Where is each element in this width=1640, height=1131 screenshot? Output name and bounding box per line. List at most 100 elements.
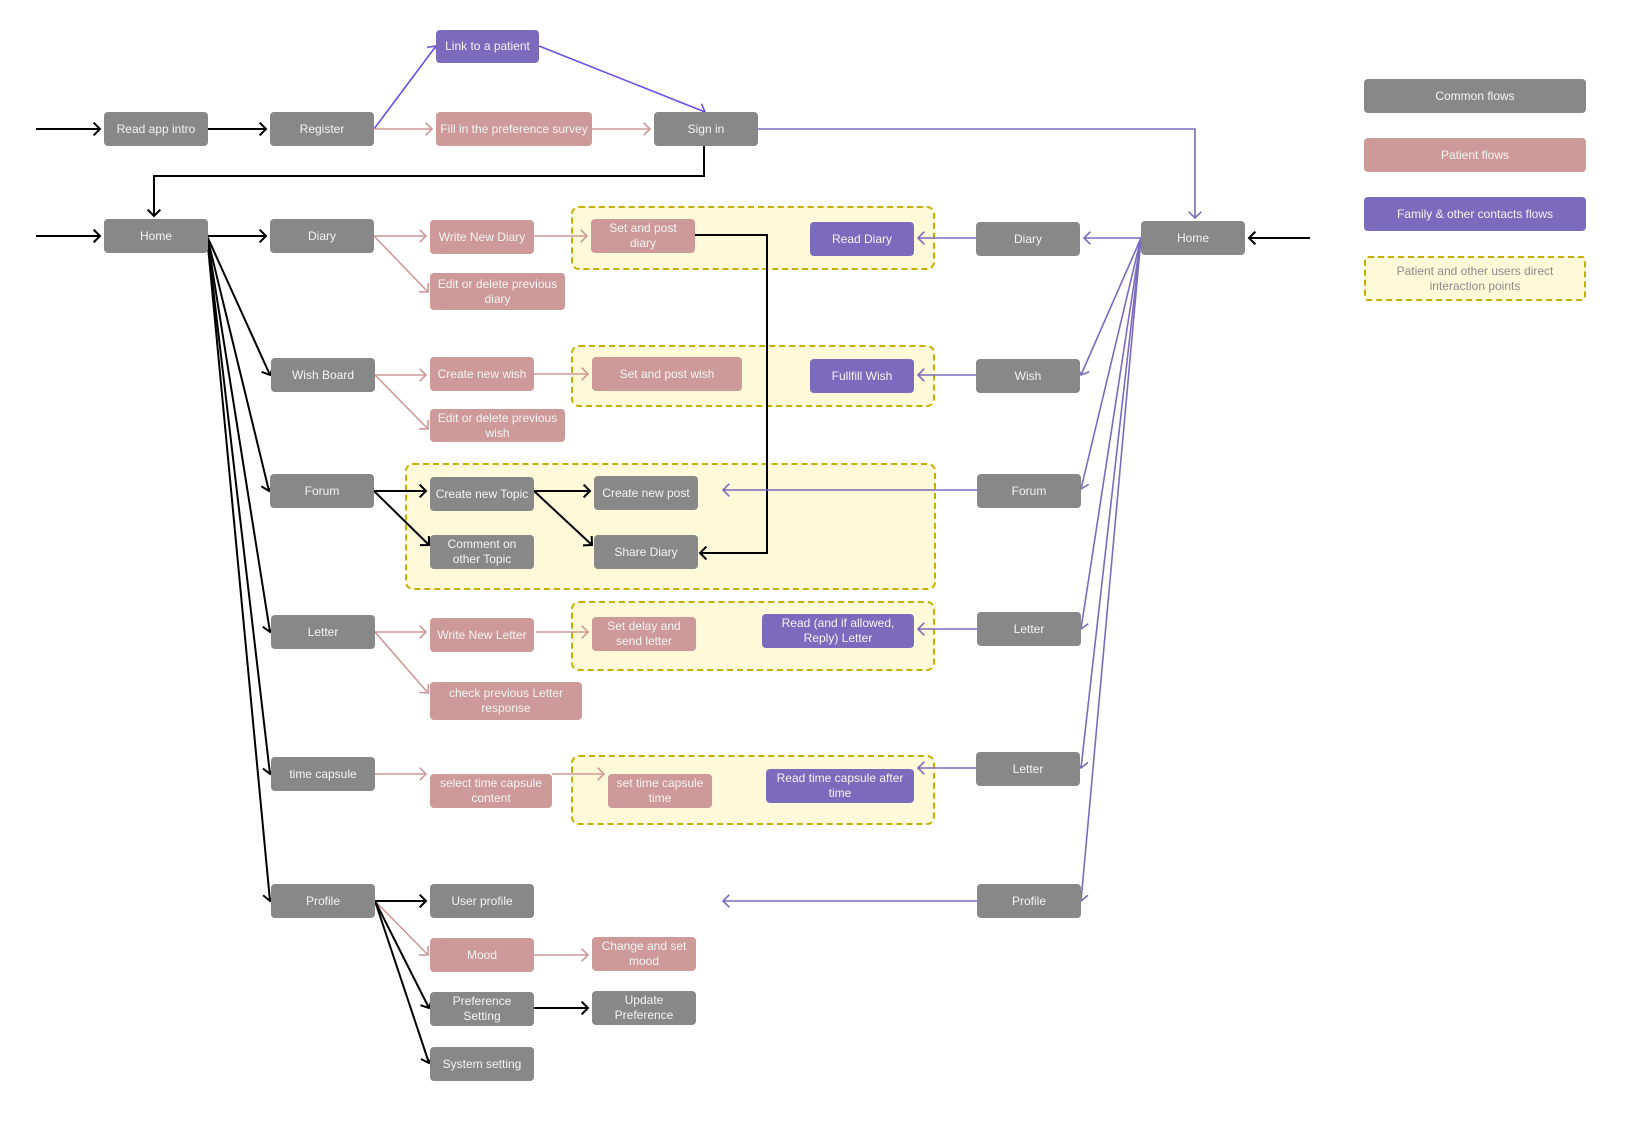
- node-time-capsule[interactable]: time capsule: [271, 757, 375, 791]
- node-create-new-post[interactable]: Create new post: [594, 476, 698, 510]
- node-letter[interactable]: Letter: [271, 615, 375, 649]
- edge-wish-board-to-edit-wish: [374, 374, 429, 430]
- node-mood[interactable]: Mood: [430, 938, 534, 972]
- node-register[interactable]: Register: [270, 112, 374, 146]
- edge-pref-setting-to-update-pref: [534, 1000, 590, 1016]
- node-right-wish[interactable]: Wish: [976, 359, 1080, 393]
- node-set-and-post-diary[interactable]: Set and post diary: [591, 219, 695, 253]
- node-read-time-capsule[interactable]: Read time capsule after time: [766, 769, 914, 803]
- edge-profile-to-system-setting: [374, 900, 434, 1065]
- edge-profile-to-mood: [374, 900, 429, 956]
- edge-register-to-link-patient: [373, 45, 439, 130]
- edge-entry-r-home-to-r-home: [1247, 230, 1310, 246]
- arrowhead-icon: [258, 121, 268, 137]
- edge-letter-to-check-letter: [374, 631, 430, 694]
- node-set-and-post-wish[interactable]: Set and post wish: [592, 357, 742, 391]
- edge-entry-top-to-read-app-intro: [36, 121, 102, 137]
- edge-sign-in-to-r-home: [758, 128, 1202, 220]
- edge-home-to-wish-board: [206, 235, 275, 377]
- edge-r-home-to-r-letter2: [1074, 237, 1142, 770]
- edge-r-home-to-r-letter: [1075, 237, 1142, 631]
- arrowhead-icon: [418, 893, 428, 909]
- arrowhead-icon: [721, 894, 730, 908]
- node-check-letter-response[interactable]: check previous Letter response: [430, 682, 582, 720]
- node-update-preference[interactable]: Update Preference: [592, 991, 696, 1025]
- node-right-home[interactable]: Home: [1141, 221, 1245, 255]
- node-right-forum[interactable]: Forum: [977, 474, 1081, 508]
- node-fill-preference-survey[interactable]: Fill in the preference survey: [436, 112, 592, 146]
- node-share-diary[interactable]: Share Diary: [594, 535, 698, 569]
- node-select-capsule-content[interactable]: select time capsule content: [430, 774, 552, 808]
- arrowhead-icon: [92, 121, 102, 137]
- edge-home-to-forum: [206, 235, 275, 493]
- node-change-set-mood[interactable]: Change and set mood: [592, 937, 696, 971]
- node-home[interactable]: Home: [104, 219, 208, 253]
- node-link-to-patient[interactable]: Link to a patient: [436, 30, 539, 63]
- arrowhead-icon: [1082, 231, 1091, 245]
- node-right-letter-capsule[interactable]: Letter: [976, 752, 1080, 786]
- edge-diary-to-write-diary: [374, 229, 428, 243]
- legend-patient-flows: Patient flows: [1364, 138, 1586, 172]
- arrowhead-icon: [418, 945, 429, 956]
- node-system-setting[interactable]: System setting: [430, 1047, 534, 1081]
- node-read-reply-letter[interactable]: Read (and if allowed, Reply) Letter: [762, 614, 914, 648]
- edge-read-app-intro-to-register: [208, 121, 268, 137]
- node-read-app-intro[interactable]: Read app intro: [104, 112, 208, 146]
- node-diary[interactable]: Diary: [270, 219, 374, 253]
- node-right-letter[interactable]: Letter: [977, 612, 1081, 646]
- edge-entry-home-to-home: [36, 228, 102, 244]
- node-profile[interactable]: Profile: [271, 884, 375, 918]
- edge-home-to-profile: [206, 235, 277, 903]
- arrowhead-icon: [419, 229, 428, 243]
- legend-interaction-points: Patient and other users direct interacti…: [1364, 256, 1586, 301]
- node-comment-other-topic[interactable]: Comment on other Topic: [430, 535, 534, 569]
- legend-common-flows: Common flows: [1364, 79, 1586, 113]
- node-user-profile[interactable]: User profile: [430, 884, 534, 918]
- node-write-new-diary[interactable]: Write New Diary: [430, 220, 534, 254]
- edge-profile-to-user-profile: [375, 893, 428, 909]
- arrowhead-icon: [418, 683, 430, 694]
- edge-home-to-time-capsule: [206, 235, 277, 776]
- edge-r-home-to-r-diary: [1082, 231, 1141, 245]
- edge-letter-to-write-letter: [375, 625, 428, 639]
- edge-fill-survey-to-sign-in: [592, 122, 652, 136]
- node-set-capsule-time[interactable]: set time capsule time: [608, 774, 712, 808]
- node-right-profile[interactable]: Profile: [977, 884, 1081, 918]
- node-wish-board[interactable]: Wish Board: [271, 358, 375, 392]
- edge-diary-to-edit-diary: [373, 235, 429, 293]
- edge-link-patient-to-sign-in: [538, 45, 707, 117]
- node-write-new-letter[interactable]: Write New Letter: [430, 618, 534, 652]
- node-set-delay-send-letter[interactable]: Set delay and send letter: [592, 617, 696, 651]
- node-create-new-wish[interactable]: Create new wish: [430, 357, 534, 391]
- node-read-diary[interactable]: Read Diary: [810, 222, 914, 256]
- edge-time-capsule-to-select-capsule: [375, 767, 428, 781]
- node-sign-in[interactable]: Sign in: [654, 112, 758, 146]
- arrowhead-icon: [1188, 211, 1202, 220]
- node-fulfill-wish[interactable]: Fullfill Wish: [810, 359, 914, 393]
- edge-r-home-to-r-forum: [1075, 237, 1142, 491]
- node-right-diary[interactable]: Diary: [976, 222, 1080, 256]
- edge-r-profile-to-profile-area: [721, 894, 977, 908]
- node-create-new-topic[interactable]: Create new Topic: [430, 477, 534, 511]
- node-forum[interactable]: Forum: [270, 474, 374, 508]
- arrowhead-icon: [425, 122, 434, 136]
- arrowhead-icon: [258, 228, 268, 244]
- edge-mood-to-set-mood: [534, 948, 590, 962]
- node-edit-previous-diary[interactable]: Edit or delete previous diary: [430, 273, 565, 310]
- edge-home-to-letter: [206, 235, 277, 634]
- node-edit-previous-wish[interactable]: Edit or delete previous wish: [430, 409, 565, 442]
- edge-register-to-fill-survey: [374, 122, 434, 136]
- arrowhead-icon: [580, 1000, 590, 1016]
- arrowhead-icon: [419, 625, 428, 639]
- edge-r-home-to-r-wish: [1076, 237, 1142, 377]
- arrowhead-icon: [418, 282, 429, 293]
- arrowhead-icon: [92, 228, 102, 244]
- edge-r-home-to-r-profile: [1074, 237, 1142, 903]
- legend-family-flows: Family & other contacts flows: [1364, 197, 1586, 231]
- edge-home-to-diary: [207, 228, 268, 244]
- arrowhead-icon: [146, 208, 162, 218]
- arrowhead-icon: [418, 419, 429, 430]
- arrowhead-icon: [419, 767, 428, 781]
- edge-wish-board-to-create-wish: [375, 368, 428, 382]
- node-preference-setting[interactable]: Preference Setting: [430, 992, 534, 1026]
